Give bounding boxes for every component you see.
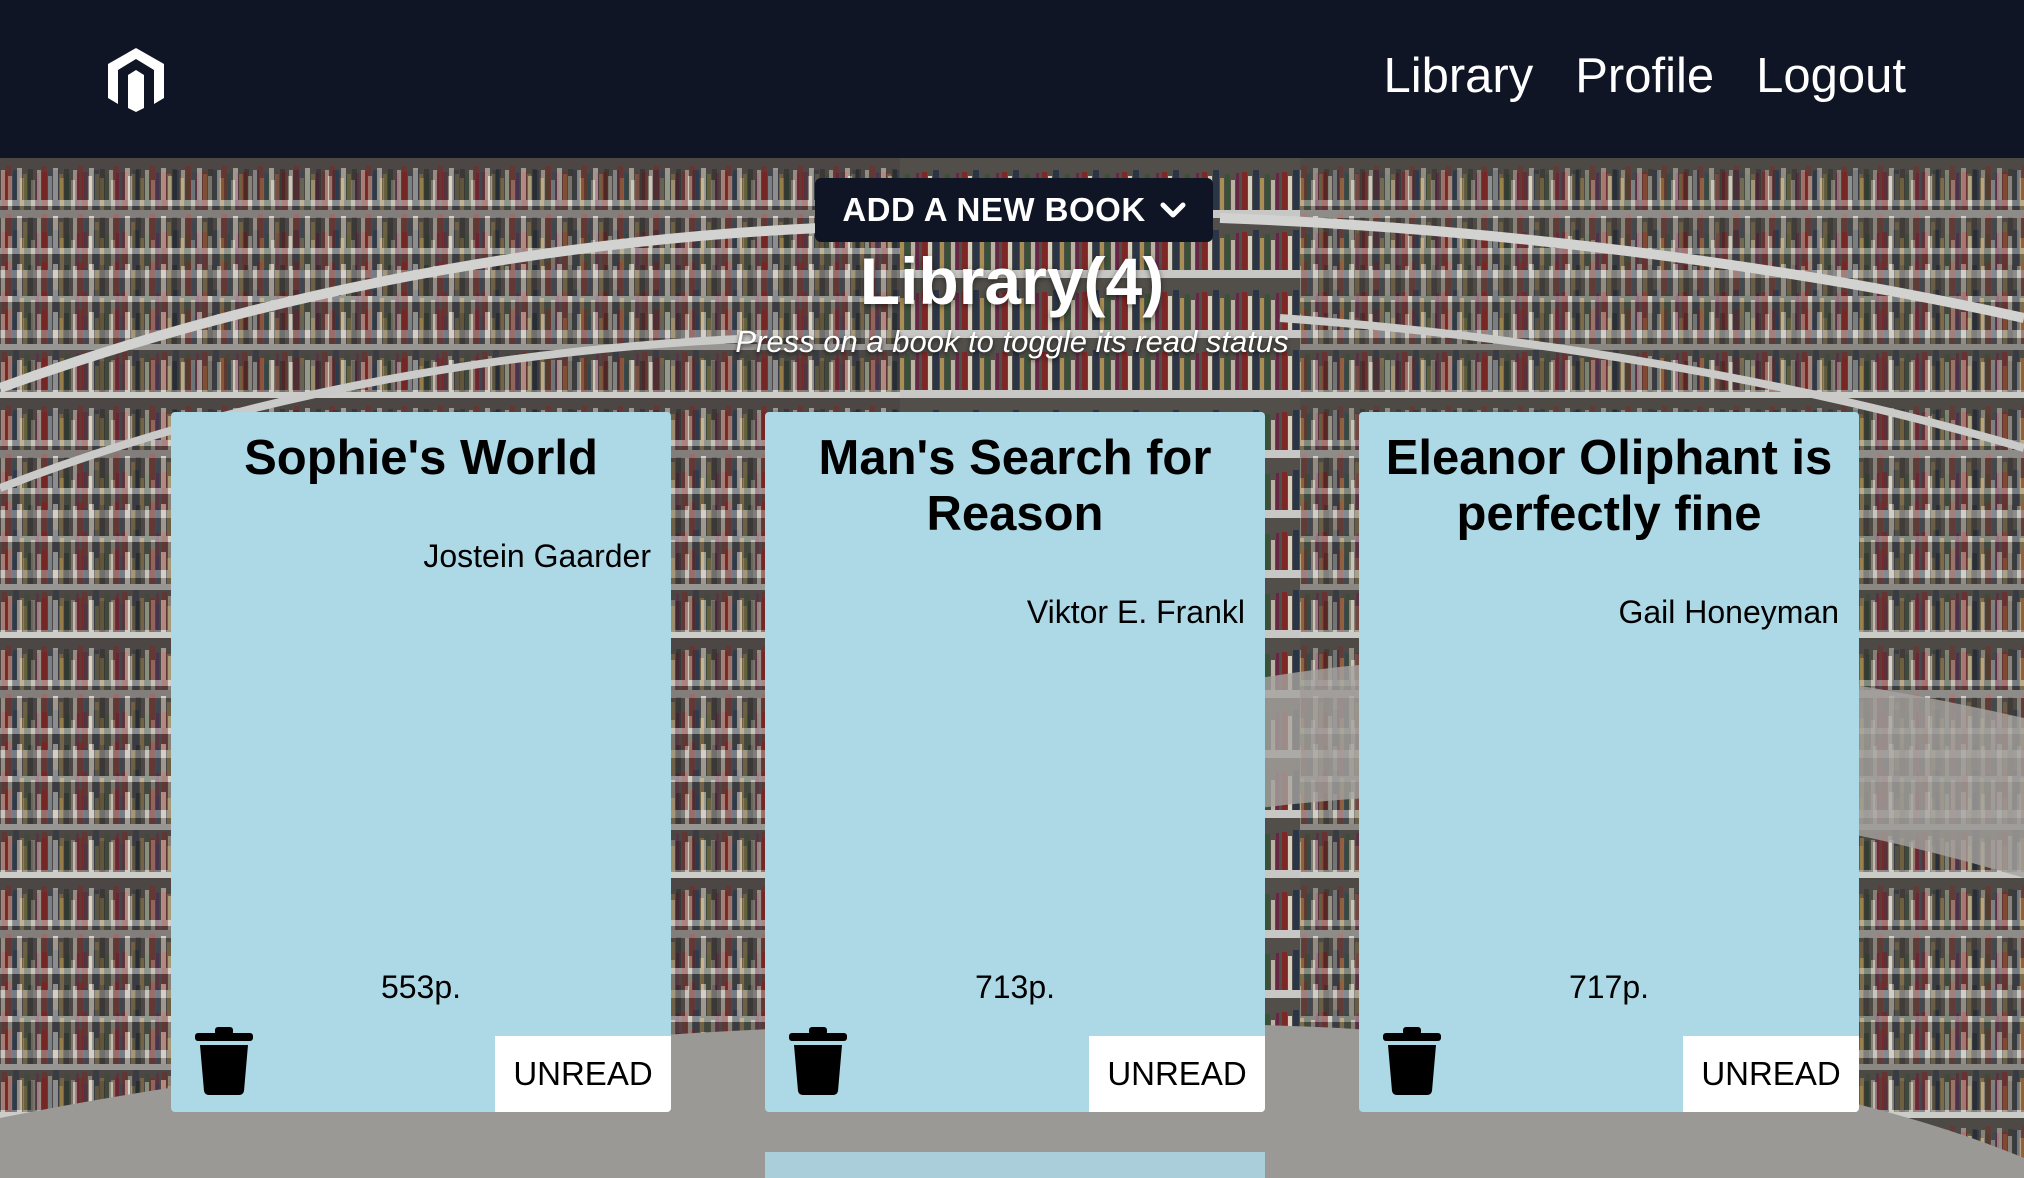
book-pages: 553p.: [380, 969, 462, 1005]
book-title: Man's Search for Reason: [818, 431, 1212, 541]
book-pages: 713p.: [974, 969, 1056, 1005]
nav-logout-link[interactable]: Logout: [1756, 44, 1906, 108]
book-title: Eleanor Oliphant is perfectly fine: [1385, 431, 1833, 541]
book-card[interactable]: Man's Search for Reason Viktor E. Frankl…: [765, 412, 1265, 1112]
add-new-book-label: ADD A NEW BOOK: [842, 191, 1146, 228]
book-card[interactable]: Eleanor Oliphant is perfectly fine Gail …: [1359, 412, 1859, 1112]
top-navbar: Library Profile Logout: [0, 0, 2024, 158]
nav-profile-link[interactable]: Profile: [1575, 44, 1714, 108]
magento-logo-icon[interactable]: [104, 46, 168, 114]
trash-icon[interactable]: [789, 1027, 847, 1095]
trash-icon[interactable]: [195, 1027, 253, 1095]
chevron-down-icon: [1160, 202, 1186, 218]
book-card-partial[interactable]: [765, 1152, 1265, 1178]
trash-icon[interactable]: [1383, 1027, 1441, 1095]
read-status-button[interactable]: UNREAD: [1089, 1036, 1265, 1112]
book-author: Viktor E. Frankl: [1026, 594, 1245, 630]
library-title: Library(4): [859, 244, 1165, 318]
book-card[interactable]: Sophie's World Jostein Gaarder 553p. UNR…: [171, 412, 671, 1112]
add-new-book-button[interactable]: ADD A NEW BOOK: [815, 178, 1213, 242]
book-author: Jostein Gaarder: [423, 538, 651, 574]
main-nav: Library Profile Logout: [1383, 44, 1906, 108]
read-status-button[interactable]: UNREAD: [1683, 1036, 1859, 1112]
library-hint: Press on a book to toggle its read statu…: [735, 324, 1289, 359]
book-title: Sophie's World: [244, 431, 598, 485]
book-author: Gail Honeyman: [1618, 594, 1839, 630]
read-status-button[interactable]: UNREAD: [495, 1036, 671, 1112]
nav-library-link[interactable]: Library: [1383, 44, 1533, 108]
book-pages: 717p.: [1568, 969, 1650, 1005]
